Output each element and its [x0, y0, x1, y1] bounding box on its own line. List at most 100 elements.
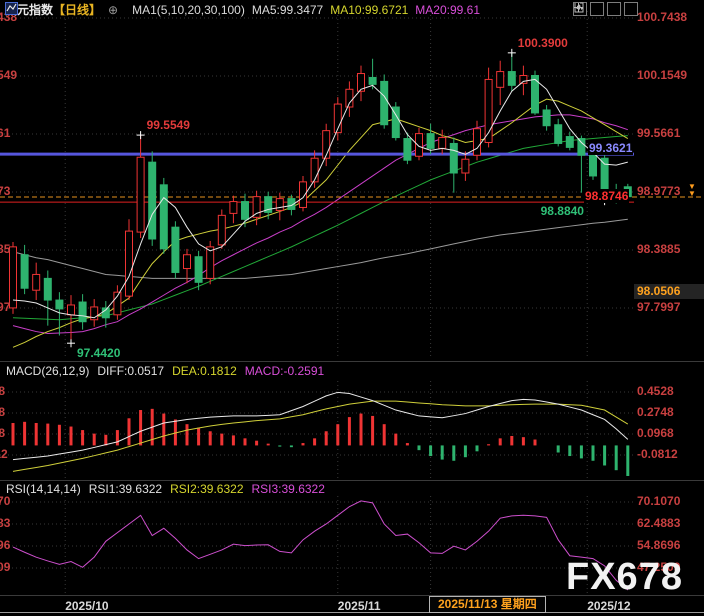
candle-body: [369, 77, 376, 84]
candle-body: [184, 255, 191, 269]
candles-layer: [10, 53, 632, 343]
macd-bar: [35, 423, 38, 445]
rsi1-value-label: RSI1:39.6322: [89, 482, 162, 496]
macd-bar: [278, 445, 281, 446]
ma20-value-label: MA20:99.61: [415, 3, 480, 17]
macd-bar: [336, 424, 339, 445]
macd-bar: [325, 431, 328, 445]
macd-bar: [464, 445, 467, 457]
macd-header: MACD(26,12,9) DIFF:0.0517 DEA:0.1812 MAC…: [6, 364, 324, 378]
candle-body: [172, 227, 179, 272]
candle-body: [520, 75, 527, 83]
candle-body: [508, 72, 515, 86]
macd-bar: [139, 410, 142, 445]
macd-params-label: MACD(26,12,9): [6, 364, 89, 378]
candle-body: [381, 81, 388, 124]
crosshair-price-box: 98.0506: [634, 284, 704, 299]
candle-body: [427, 134, 434, 149]
crosshair-date-box: 2025/11/13 星期四: [429, 596, 546, 613]
period-label: 【日线】: [53, 1, 101, 18]
chart-canvas[interactable]: [0, 0, 704, 616]
candle-body: [207, 247, 214, 279]
candle-body: [346, 89, 353, 107]
ma-params-label: MA1(5,10,20,30,100): [132, 3, 245, 17]
macd-dea-label: DEA:0.1812: [172, 364, 237, 378]
macd-bar: [209, 431, 212, 445]
macd-bar: [418, 445, 421, 450]
candle-body: [555, 125, 562, 144]
macd-bar: [104, 435, 107, 446]
macd-bar: [70, 427, 73, 446]
rsi-line: [13, 501, 628, 590]
candle-body: [497, 72, 504, 88]
macd-bar: [290, 445, 293, 447]
candle-body: [230, 202, 237, 214]
macd-bar: [348, 417, 351, 445]
ma5-value-label: MA5:99.3477: [252, 3, 323, 17]
macd-bar: [499, 438, 502, 445]
macd-bar: [592, 445, 595, 460]
candle-body: [68, 305, 75, 315]
y-axis-zoom-button[interactable]: [590, 2, 604, 16]
candle-body: [44, 278, 51, 300]
macd-bar: [186, 424, 189, 445]
candle-body: [462, 159, 469, 173]
macd-histogram: [12, 409, 630, 476]
macd-bar: [406, 443, 409, 445]
rsi3-value-label: RSI3:39.6322: [252, 482, 325, 496]
macd-bar: [302, 443, 305, 445]
ma10-value-label: MA10:99.6721: [330, 3, 408, 17]
x-axis-zoom-button[interactable]: [607, 2, 621, 16]
candle-body: [474, 129, 481, 156]
macd-bar: [557, 445, 560, 452]
panel-separator: [0, 480, 704, 481]
candle-body: [160, 185, 167, 249]
rsi-params-label: RSI(14,14,14): [6, 482, 81, 496]
macd-bar: [267, 444, 270, 446]
macd-bar: [162, 414, 165, 446]
macd-value-label: MACD:-0.2591: [245, 364, 324, 378]
macd-bar: [476, 445, 479, 451]
macd-bar: [383, 424, 386, 445]
chart-toolbar: [573, 2, 638, 16]
macd-bar: [360, 414, 363, 446]
rsi-header: RSI(14,14,14) RSI1:39.6322 RSI2:39.6322 …: [6, 482, 325, 496]
macd-bar: [394, 434, 397, 446]
macd-bar: [232, 435, 235, 445]
ma30-line: [13, 136, 628, 320]
candle-body: [33, 274, 40, 290]
candle-body: [311, 158, 318, 182]
candle-body: [404, 139, 411, 161]
latest-price-line-label: 98.8746: [584, 189, 629, 203]
macd-diff-label: DIFF:0.0517: [97, 364, 164, 378]
macd-bar: [510, 436, 513, 445]
macd-bar: [568, 445, 571, 456]
fx678-watermark: FX678: [566, 556, 683, 599]
macd-bar: [487, 444, 490, 445]
macd-bar: [371, 416, 374, 445]
macd-bar: [580, 445, 583, 458]
scroll-to-latest-icon[interactable]: ▼: [688, 190, 696, 197]
time-axis-label: 2025/10: [65, 599, 108, 613]
macd-bar: [615, 445, 618, 470]
exit-chart-button[interactable]: [624, 2, 638, 16]
candle-body: [149, 162, 156, 239]
candle-body: [578, 139, 585, 156]
ma100-line: [13, 219, 628, 278]
macd-bar: [116, 430, 119, 445]
macd-bar: [255, 441, 258, 446]
macd-bar: [429, 445, 432, 456]
time-axis-label: 2025/11: [338, 599, 381, 613]
candle-body: [195, 257, 202, 283]
candle-body: [543, 110, 550, 126]
time-axis-label: 2025/12: [587, 599, 630, 613]
macd-bar: [452, 445, 455, 460]
add-indicator-icon[interactable]: ⊕: [108, 3, 118, 17]
candle-body: [253, 197, 260, 218]
panel-separator: [0, 361, 704, 362]
macd-bar: [626, 445, 629, 476]
horizontal-line-price-label[interactable]: 99.3621: [588, 141, 633, 155]
macd-bar: [81, 430, 84, 445]
candle-body: [276, 199, 283, 211]
ma5-line: [13, 79, 628, 317]
